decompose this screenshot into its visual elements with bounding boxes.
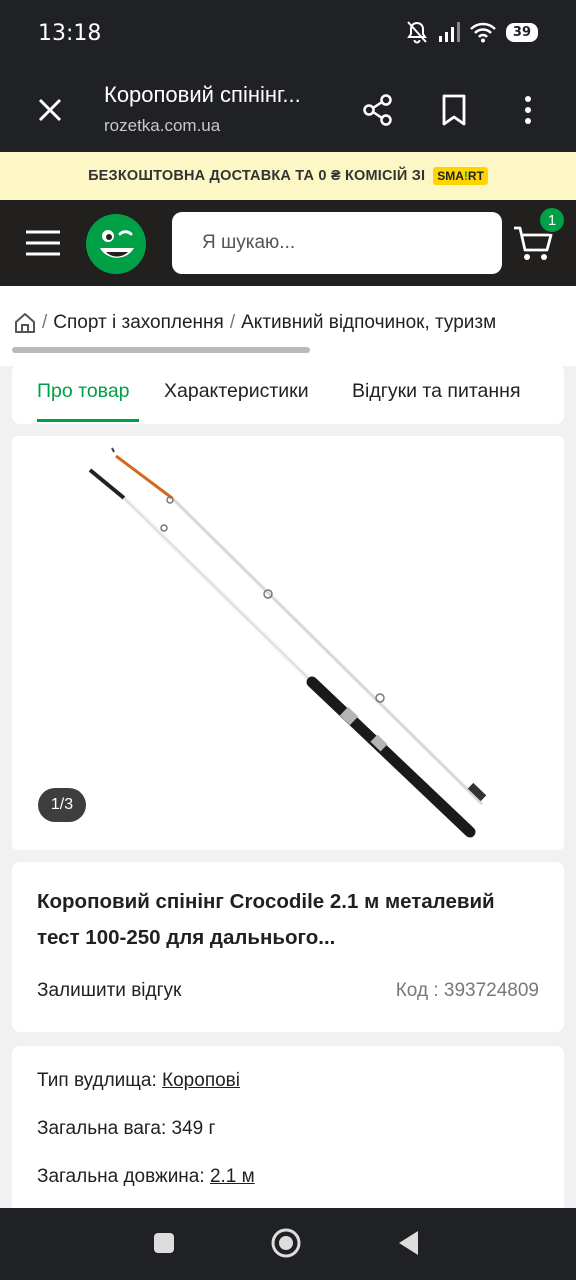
bell-muted-icon (407, 21, 427, 44)
spec-row: Тип вудлища: Коропові (37, 1070, 240, 1092)
battery-indicator: 39 (505, 22, 538, 42)
more-vertical-icon[interactable] (508, 90, 548, 130)
home-button-icon[interactable] (270, 1227, 302, 1259)
smart-logo: SMA!RT (433, 167, 488, 185)
leave-review-link[interactable]: Залишити відгук (37, 980, 181, 1002)
promo-banner[interactable]: БЕЗКОШТОВНА ДОСТАВКА ТА 0 ₴ КОМІСІЙ ЗІ S… (0, 152, 576, 200)
product-tabs: Про товар Характеристики Відгуки та пита… (12, 364, 564, 424)
recents-icon[interactable] (154, 1233, 174, 1253)
wifi-icon (470, 22, 496, 43)
product-code-value: 393724809 (443, 980, 539, 1001)
status-time: 13:18 (38, 21, 102, 46)
cart-count-badge: 1 (538, 206, 566, 234)
product-title: Коропoвий спінінг Crocodile 2.1 м метале… (37, 890, 495, 949)
tab-characteristics[interactable]: Характеристики (164, 380, 309, 403)
tab-about[interactable]: Про товар (37, 380, 130, 403)
browser-url[interactable]: rozetka.com.ua (104, 116, 220, 136)
product-code: Код : 393724809 (396, 980, 539, 1002)
site-header (0, 200, 576, 286)
back-icon[interactable] (396, 1229, 420, 1257)
specs-card: Тип вудлища: Коропові Загальна вага: 349… (12, 1046, 564, 1216)
search-input[interactable] (172, 212, 502, 274)
smart-logo-part: SMA (437, 169, 464, 183)
spec-value: 349 г (171, 1118, 216, 1139)
status-icons: 39 (406, 20, 538, 44)
browser-toolbar: Коропoвий спінінг... rozetka.com.ua (0, 68, 576, 152)
image-counter: 1/3 (38, 788, 86, 822)
product-title-card: Коропoвий спінінг Crocodile 2.1 м метале… (12, 862, 564, 1032)
product-code-label: Код : (395, 980, 439, 1001)
hamburger-menu-icon[interactable] (24, 224, 62, 262)
browser-tab-title: Коропoвий спінінг... (104, 82, 301, 107)
spec-value-link[interactable]: 2.1 м (210, 1166, 255, 1187)
close-icon[interactable] (30, 90, 70, 130)
rozetka-logo-icon[interactable] (84, 212, 148, 276)
breadcrumb-item[interactable]: Спорт і захоплення (53, 312, 224, 334)
share-icon[interactable] (358, 90, 398, 130)
product-gallery[interactable]: 1/3 (12, 436, 564, 850)
spec-label: Тип вудлища: (37, 1070, 157, 1091)
breadcrumb-area: / Спорт і захоплення / Активний відпочин… (0, 286, 576, 366)
signal-icon (438, 22, 460, 42)
tab-reviews[interactable]: Відгуки та питання (352, 380, 521, 403)
breadcrumb-separator: / (229, 312, 236, 333)
status-bar: 13:18 39 (0, 0, 576, 68)
product-image (88, 447, 487, 838)
system-nav-bar (0, 1208, 576, 1280)
bookmark-icon[interactable] (434, 90, 474, 130)
spec-row: Загальна вага: 349 г (37, 1118, 215, 1140)
breadcrumb-item[interactable]: Активний відпочинок, туризм (241, 312, 496, 334)
spec-row: Загальна довжина: 2.1 м (37, 1166, 255, 1188)
spec-value-link[interactable]: Коропові (162, 1070, 240, 1091)
breadcrumb-separator: / (42, 312, 48, 333)
breadcrumb: / Спорт і захоплення / Активний відпочин… (14, 312, 496, 334)
active-tab-indicator (37, 419, 139, 422)
spec-label: Загальна довжина: (37, 1166, 205, 1187)
spec-label: Загальна вага: (37, 1118, 167, 1139)
home-icon[interactable] (14, 312, 36, 334)
promo-text: БЕЗКОШТОВНА ДОСТАВКА ТА 0 ₴ КОМІСІЙ ЗІ (88, 168, 426, 184)
breadcrumb-scrollbar[interactable] (12, 347, 310, 353)
smart-logo-part: RT (467, 169, 484, 183)
